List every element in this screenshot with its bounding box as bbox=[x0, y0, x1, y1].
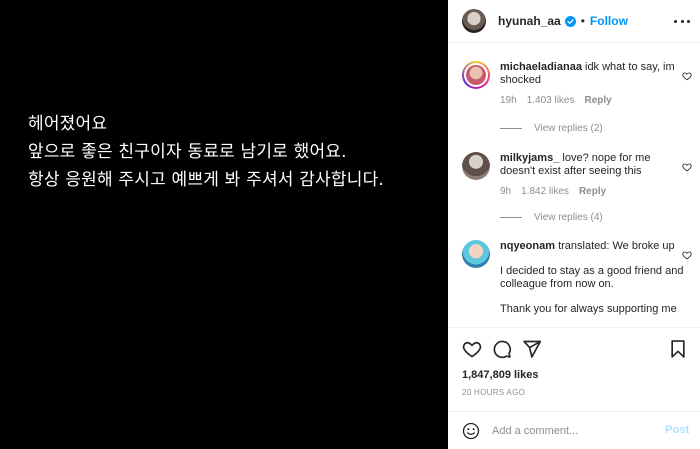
reply-button[interactable]: Reply bbox=[585, 94, 612, 107]
reply-button[interactable]: Reply bbox=[579, 185, 606, 198]
like-comment-heart-icon[interactable] bbox=[682, 250, 692, 260]
verified-badge-icon bbox=[564, 15, 576, 27]
comment-text-paragraph: Thank you for always supporting me bbox=[500, 303, 677, 315]
author-username[interactable]: hyunah_aa bbox=[498, 14, 561, 28]
comment-likes[interactable]: 1.842 likes bbox=[521, 185, 569, 198]
view-replies-label: View replies (4) bbox=[534, 212, 603, 223]
comment-time[interactable]: 19h bbox=[500, 94, 517, 107]
comment-username[interactable]: milkyjams_ bbox=[500, 152, 559, 164]
post-comment-button[interactable]: Post bbox=[665, 424, 689, 436]
comment-text: translated: We broke up bbox=[558, 240, 675, 252]
comment-bubble-icon[interactable] bbox=[492, 339, 512, 359]
post-likes-count[interactable]: 1,847,809 likes bbox=[462, 369, 538, 381]
post-image-text: 헤어졌어요 앞으로 좋은 친구이자 동료로 남기로 했어요. 항상 응원해 주시… bbox=[28, 110, 384, 194]
post-text-line-3: 항상 응원해 주시고 예쁘게 봐 주셔서 감사합니다. bbox=[28, 170, 385, 190]
author-avatar[interactable] bbox=[462, 9, 486, 33]
post-text-line-2: 앞으로 좋은 친구이자 동료로 남기로 했어요. bbox=[28, 142, 347, 162]
comment-text-paragraph: I decided to stay as a good friend and c… bbox=[500, 265, 684, 290]
save-bookmark-icon[interactable] bbox=[668, 339, 688, 359]
comments-list[interactable]: michaeladianaa idk what to say, im shock… bbox=[448, 44, 700, 326]
view-replies-line bbox=[500, 128, 522, 129]
follow-button[interactable]: Follow bbox=[590, 14, 628, 28]
view-replies-line bbox=[500, 217, 522, 218]
emoji-icon[interactable] bbox=[462, 422, 480, 440]
post-side-panel: hyunah_aa • Follow michaeladianaa idk wh… bbox=[448, 0, 700, 449]
post-text-line-1: 헤어졌어요 bbox=[28, 114, 108, 134]
share-send-icon[interactable] bbox=[522, 339, 542, 359]
comment-input[interactable] bbox=[492, 424, 652, 437]
post-image[interactable]: 헤어졌어요 앞으로 좋은 친구이자 동료로 남기로 했어요. 항상 응원해 주시… bbox=[0, 0, 448, 449]
more-options-icon[interactable] bbox=[674, 13, 690, 29]
post-timestamp[interactable]: 20 HOURS AGO bbox=[462, 388, 525, 397]
post-header: hyunah_aa • Follow bbox=[448, 0, 700, 43]
comment-username[interactable]: nqyeonam bbox=[500, 240, 555, 252]
like-heart-icon[interactable] bbox=[462, 339, 482, 359]
like-comment-heart-icon[interactable] bbox=[682, 71, 692, 81]
view-replies-label: View replies (2) bbox=[534, 123, 603, 134]
commenter-avatar[interactable] bbox=[462, 240, 490, 268]
like-comment-heart-icon[interactable] bbox=[682, 162, 692, 172]
post-actions-bar bbox=[448, 327, 700, 367]
comment-likes[interactable]: 1.403 likes bbox=[527, 94, 575, 107]
commenter-avatar[interactable] bbox=[462, 152, 490, 180]
commenter-avatar[interactable] bbox=[462, 61, 490, 89]
header-separator: • bbox=[580, 14, 585, 28]
view-replies-button[interactable]: View replies (2) bbox=[500, 123, 603, 134]
comment-username[interactable]: michaeladianaa bbox=[500, 61, 582, 73]
comment-time[interactable]: 9h bbox=[500, 185, 511, 198]
view-replies-button[interactable]: View replies (4) bbox=[500, 212, 603, 223]
add-comment-bar: Post bbox=[448, 411, 700, 449]
